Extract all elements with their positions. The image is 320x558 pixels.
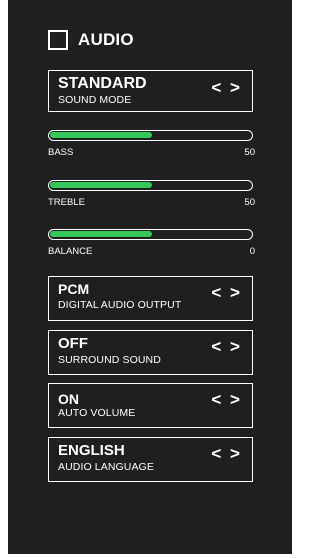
bass-label: BASS xyxy=(48,147,74,158)
balance-slider-track[interactable] xyxy=(48,229,253,240)
surround-sound-arrows-icon[interactable]: < > xyxy=(211,338,242,355)
audio-language-arrows-icon[interactable]: < > xyxy=(211,445,242,462)
treble-label: TREBLE xyxy=(48,197,85,208)
audio-language-selector[interactable]: ENGLISH AUDIO LANGUAGE < > xyxy=(48,437,253,482)
auto-volume-selector[interactable]: ON AUTO VOLUME < > xyxy=(48,383,253,428)
balance-value: 0 xyxy=(249,246,255,257)
page-title: AUDIO xyxy=(78,30,134,49)
bass-value: 50 xyxy=(244,147,255,158)
audio-language-label: AUDIO LANGUAGE xyxy=(58,461,154,473)
auto-volume-label: AUTO VOLUME xyxy=(58,407,136,419)
balance-slider-fill xyxy=(50,231,152,237)
sound-mode-arrows-icon[interactable]: < > xyxy=(211,79,242,96)
bass-slider-fill xyxy=(50,132,152,138)
sound-mode-selector[interactable]: STANDARD SOUND MODE < > xyxy=(48,70,253,112)
audio-header: AUDIO xyxy=(48,30,134,50)
digital-audio-output-arrows-icon[interactable]: < > xyxy=(211,284,242,301)
balance-slider[interactable]: BALANCE 0 xyxy=(48,229,256,257)
treble-slider[interactable]: TREBLE 50 xyxy=(48,180,256,208)
treble-slider-fill xyxy=(50,182,152,188)
surround-sound-selector[interactable]: OFF SURROUND SOUND < > xyxy=(48,330,253,375)
balance-label: BALANCE xyxy=(48,246,93,257)
treble-value: 50 xyxy=(244,197,255,208)
digital-audio-output-selector[interactable]: PCM DIGITAL AUDIO OUTPUT < > xyxy=(48,276,253,321)
surround-sound-label: SURROUND SOUND xyxy=(58,354,161,366)
bass-slider-track[interactable] xyxy=(48,130,253,141)
treble-slider-track[interactable] xyxy=(48,180,253,191)
bass-slider[interactable]: BASS 50 xyxy=(48,130,256,158)
audio-settings-panel: AUDIO STANDARD SOUND MODE < > BASS 50 TR… xyxy=(8,0,292,554)
audio-checkbox-icon[interactable] xyxy=(48,30,68,50)
auto-volume-arrows-icon[interactable]: < > xyxy=(211,391,242,408)
